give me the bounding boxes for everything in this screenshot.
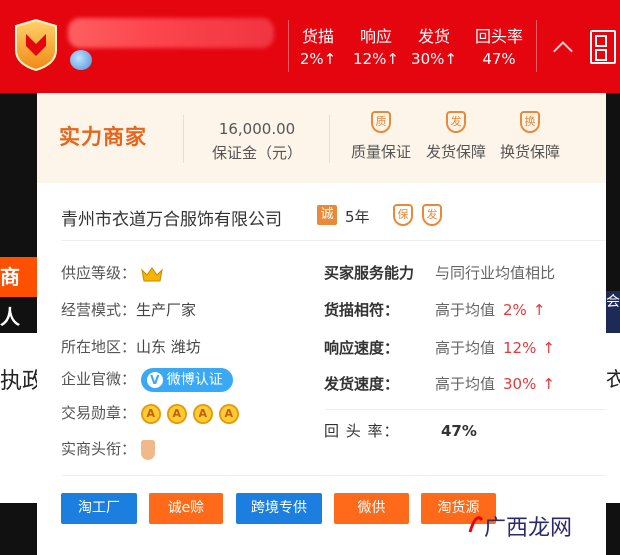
shipping-shield-icon: 发 (422, 204, 442, 226)
chengxin-badge-icon: 诚 (317, 205, 337, 225)
business-mode-value: 生产厂家 (136, 301, 197, 319)
quality-shield-icon: 质 (371, 111, 391, 133)
deposit-label: 保证金（元） (211, 144, 302, 162)
shop-logo-icon (15, 18, 57, 72)
verified-v-icon: V (146, 371, 163, 388)
medal-icon: A (192, 403, 213, 424)
stat-response: 响应 12%↑ (353, 27, 399, 68)
medal-icon: A (140, 403, 161, 424)
strength-merchant-title: 实力商家 (59, 125, 147, 149)
service-row-response: 响应速度： 高于均值 12% ↑ (324, 339, 555, 357)
deposit-block: 16,000.00 保证金（元） (205, 117, 309, 165)
divider (61, 240, 606, 241)
arrow-up-icon: ↑ (542, 339, 555, 357)
supplier-info-card: 实力商家 16,000.00 保证金（元） 质 质量保证 发 发货保障 换 换货… (37, 93, 606, 555)
background-right-fragment: 会 衣 (606, 93, 620, 555)
cross-border-button[interactable]: 跨境专供 (236, 493, 322, 524)
membership-years: 5年 (345, 208, 370, 226)
stat-description: 货描 2%↑ (299, 27, 337, 68)
background-text: 商人 (0, 257, 37, 329)
shipping-shield-icon: 发 (446, 111, 466, 133)
guarantee-shield-icon: 保 (393, 204, 413, 226)
arrow-up-icon: ↑ (532, 301, 546, 319)
divider (288, 20, 289, 72)
service-row-shipping: 发货速度： 高于均值 30% ↑ (324, 375, 555, 393)
divider (536, 20, 537, 72)
background-left-fragment: 商人 执政 (0, 93, 37, 555)
background-text: 执政 (0, 369, 37, 394)
merchant-title-icon (140, 439, 155, 460)
business-mode-row: 经营模式：生产厂家 (61, 301, 197, 319)
exchange-shield-icon: 换 (520, 111, 540, 133)
company-name[interactable]: 青州市衣道万合服饰有限公司 (61, 205, 282, 230)
shop-name-blurred (68, 18, 274, 48)
card-header: 实力商家 16,000.00 保证金（元） 质 质量保证 发 发货保障 换 换货… (37, 93, 606, 183)
trade-medals-row: 交易勋章： AAAA (61, 401, 245, 425)
watermark-logo-icon (468, 516, 484, 533)
divider (329, 115, 330, 163)
medal-icon: A (166, 403, 187, 424)
supplier-level-row: 供应等级： (61, 261, 163, 285)
collapse-chevron-up-icon[interactable] (553, 41, 573, 61)
chenge-she-button[interactable]: 诚e赊 (149, 493, 223, 524)
quality-guarantee[interactable]: 质 质量保证 (346, 111, 416, 162)
crown-icon (141, 266, 163, 281)
deposit-amount: 16,000.00 (218, 120, 296, 138)
weigong-button[interactable]: 微供 (334, 493, 409, 524)
service-row-description: 货描相符： 高于均值 2% ↑ (324, 301, 546, 319)
background-white-panel: 衣 (606, 333, 620, 503)
weibo-row: 企业官微： V 微博认证 (61, 367, 233, 392)
stat-return-rate: 回头率 47% (474, 27, 523, 68)
divider (61, 475, 606, 476)
shop-header-bar: 货描 2%↑ 响应 12%↑ 发货 30%↑ 回头率 47% (0, 0, 620, 93)
background-text: 会 (606, 291, 620, 337)
shipping-guarantee[interactable]: 发 发货保障 (421, 111, 491, 162)
watermark-text: 广西龙网 (484, 516, 573, 541)
divider (325, 409, 606, 410)
service-capability-header: 买家服务能力 与同行业均值相比 (324, 264, 556, 282)
weibo-verified-badge[interactable]: V 微博认证 (140, 367, 233, 392)
background-white-panel: 执政 (0, 333, 37, 503)
background-text: 衣 (606, 367, 620, 391)
exchange-guarantee[interactable]: 换 换货保障 (495, 111, 565, 162)
divider (183, 115, 184, 163)
region-value: 山东 潍坊 (136, 338, 201, 356)
qr-code-icon[interactable] (590, 30, 616, 64)
region-row: 所在地区：山东 潍坊 (61, 338, 201, 356)
stat-shipping: 发货 30%↑ (411, 27, 457, 68)
medal-icon: A (218, 403, 239, 424)
arrow-up-icon: ↑ (542, 375, 555, 393)
wangwang-chat-icon[interactable] (70, 50, 92, 70)
taogongchang-button[interactable]: 淘工厂 (61, 493, 137, 524)
merchant-title-row: 实商头衔： (61, 437, 155, 461)
return-rate-row: 回 头 率： 47% (324, 422, 477, 440)
